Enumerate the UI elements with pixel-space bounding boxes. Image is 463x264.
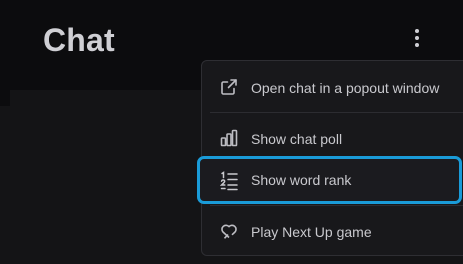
menu-item-open-popout[interactable]: Open chat in a popout window bbox=[202, 63, 463, 111]
bar-chart-icon bbox=[220, 129, 238, 147]
external-link-icon bbox=[220, 78, 238, 96]
menu-item-show-poll[interactable]: Show chat poll bbox=[202, 114, 463, 162]
menu-separator bbox=[210, 112, 463, 113]
menu-item-label: Play Next Up game bbox=[251, 224, 372, 240]
menu-item-show-word-rank[interactable]: Show word rank bbox=[197, 156, 462, 204]
page-title: Chat bbox=[43, 22, 115, 58]
menu-item-label: Show word rank bbox=[251, 172, 352, 188]
chat-options-menu: Open chat in a popout window Show chat p… bbox=[197, 60, 463, 256]
ranked-list-icon bbox=[220, 171, 238, 191]
menu-item-play-next-up[interactable]: Play Next Up game bbox=[202, 207, 463, 255]
more-vertical-icon bbox=[415, 29, 419, 47]
more-options-button[interactable] bbox=[404, 24, 430, 52]
menu-item-label: Show chat poll bbox=[251, 131, 343, 147]
menu-separator bbox=[210, 205, 463, 206]
header-notch bbox=[0, 90, 10, 106]
menu-item-label: Open chat in a popout window bbox=[251, 80, 440, 96]
heart-chat-icon bbox=[220, 222, 238, 240]
